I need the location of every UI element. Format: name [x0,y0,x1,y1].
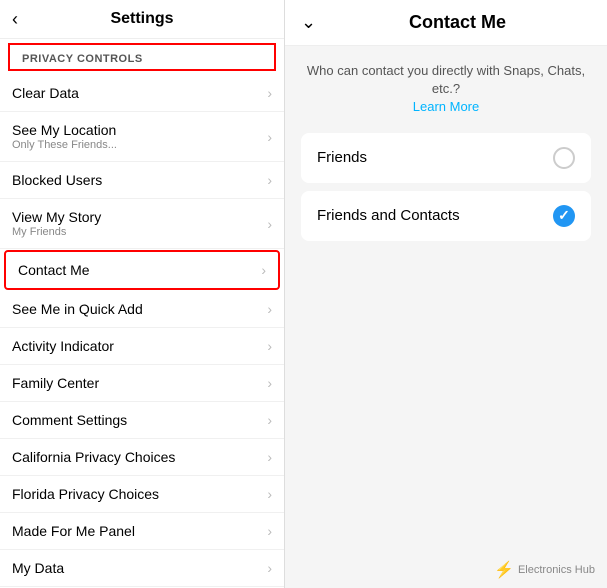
back-button[interactable]: ‹ [12,9,18,30]
chevron-right-icon: › [267,216,272,232]
menu-item-content: Contact Me [18,262,90,278]
menu-item-see-me-quick-add[interactable]: See Me in Quick Add › [0,291,284,328]
menu-item-title: My Data [12,560,64,576]
menu-item-subtitle: My Friends [12,226,101,238]
brand-name: Electronics Hub [518,564,595,576]
radio-checked-icon[interactable] [553,205,575,227]
chevron-right-icon: › [267,523,272,539]
chevron-right-icon: › [267,412,272,428]
chevron-right-icon: › [267,338,272,354]
privacy-section-label: PRIVACY CONTROLS [8,43,276,71]
page-title: Settings [110,10,173,28]
menu-item-contact-me[interactable]: Contact Me › [4,250,280,290]
menu-item-content: Activity Indicator [12,338,114,354]
menu-item-title: Family Center [12,375,99,391]
menu-item-comment-settings[interactable]: Comment Settings › [0,402,284,439]
menu-item-content: Comment Settings [12,412,127,428]
chevron-right-icon: › [261,262,266,278]
menu-item-content: Made For Me Panel [12,523,135,539]
menu-item-family-center[interactable]: Family Center › [0,365,284,402]
left-panel: ‹ Settings PRIVACY CONTROLS Clear Data›S… [0,0,285,588]
menu-item-title: Blocked Users [12,172,102,188]
menu-item-subtitle: Only These Friends... [12,139,117,151]
settings-header: ‹ Settings [0,0,284,39]
menu-item-title: Contact Me [18,262,90,278]
contact-description: Who can contact you directly with Snaps,… [301,62,591,117]
menu-item-content: See Me in Quick Add [12,301,143,317]
option-friends-and-contacts[interactable]: Friends and Contacts [301,191,591,241]
menu-item-my-data[interactable]: My Data › [0,550,284,587]
right-content: Who can contact you directly with Snaps,… [285,46,607,265]
chevron-right-icon: › [267,301,272,317]
option-friends[interactable]: Friends [301,133,591,183]
menu-item-title: See My Location [12,122,117,138]
option-label: Friends [317,149,367,166]
menu-item-content: Family Center [12,375,99,391]
menu-item-content: California Privacy Choices [12,449,175,465]
radio-unchecked-icon[interactable] [553,147,575,169]
menu-item-content: Blocked Users [12,172,102,188]
right-panel: ⌄ Contact Me Who can contact you directl… [285,0,607,588]
menu-item-clear-data[interactable]: Clear Data › [0,75,284,112]
brand-icon: ⚡ [494,560,514,580]
menu-item-content: View My StoryMy Friends [12,209,101,238]
menu-item-content: My Data [12,560,64,576]
chevron-right-icon: › [267,172,272,188]
menu-item-california-privacy[interactable]: California Privacy Choices › [0,439,284,476]
chevron-right-icon: › [267,560,272,576]
chevron-right-icon: › [267,449,272,465]
chevron-right-icon: › [267,129,272,145]
chevron-right-icon: › [267,486,272,502]
menu-item-see-my-location[interactable]: See My LocationOnly These Friends... › [0,112,284,162]
menu-item-title: Florida Privacy Choices [12,486,159,502]
menu-item-blocked-users[interactable]: Blocked Users › [0,162,284,199]
option-label: Friends and Contacts [317,207,460,224]
menu-item-title: Activity Indicator [12,338,114,354]
menu-item-content: Florida Privacy Choices [12,486,159,502]
collapse-icon[interactable]: ⌄ [301,12,316,33]
learn-more-link[interactable]: Learn More [413,99,479,114]
brand-footer: ⚡ Electronics Hub [494,560,595,580]
menu-item-activity-indicator[interactable]: Activity Indicator › [0,328,284,365]
menu-list: PRIVACY CONTROLS Clear Data›See My Locat… [0,39,284,588]
menu-item-made-for-me[interactable]: Made For Me Panel › [0,513,284,550]
menu-item-title: Clear Data [12,85,79,101]
menu-item-title: Comment Settings [12,412,127,428]
menu-item-florida-privacy[interactable]: Florida Privacy Choices › [0,476,284,513]
menu-item-title: View My Story [12,209,101,225]
right-panel-title: Contact Me [324,12,591,33]
chevron-right-icon: › [267,85,272,101]
menu-item-title: See Me in Quick Add [12,301,143,317]
menu-item-title: California Privacy Choices [12,449,175,465]
menu-item-content: Clear Data [12,85,79,101]
menu-item-content: See My LocationOnly These Friends... [12,122,117,151]
menu-item-title: Made For Me Panel [12,523,135,539]
chevron-right-icon: › [267,375,272,391]
right-header: ⌄ Contact Me [285,0,607,46]
menu-item-view-my-story[interactable]: View My StoryMy Friends › [0,199,284,249]
